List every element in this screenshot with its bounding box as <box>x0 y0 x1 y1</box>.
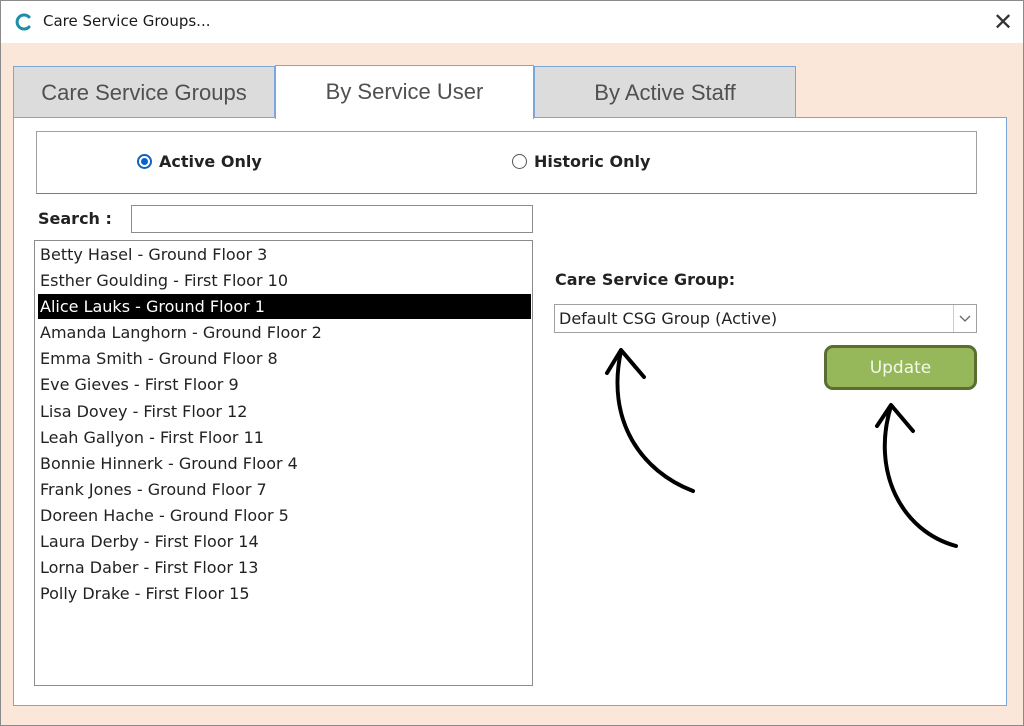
list-item[interactable]: Betty Hasel - Ground Floor 3 <box>38 242 531 267</box>
radio-checked-icon <box>137 154 152 169</box>
tab-panel: Active Only Historic Only Search : Betty… <box>13 117 1007 706</box>
update-button[interactable]: Update <box>824 345 977 390</box>
list-item[interactable]: Laura Derby - First Floor 14 <box>38 529 531 554</box>
radio-active-only[interactable]: Active Only <box>137 152 262 171</box>
list-item[interactable]: Frank Jones - Ground Floor 7 <box>38 477 531 502</box>
status-filter-group: Active Only Historic Only <box>36 131 977 194</box>
list-item[interactable]: Leah Gallyon - First Floor 11 <box>38 425 531 450</box>
radio-unchecked-icon <box>512 154 527 169</box>
care-service-group-select[interactable]: Default CSG Group (Active) <box>554 304 977 333</box>
chevron-down-icon[interactable] <box>953 305 976 332</box>
app-logo-icon <box>15 13 31 31</box>
care-service-group-value: Default CSG Group (Active) <box>559 309 778 328</box>
list-item[interactable]: Lisa Dovey - First Floor 12 <box>38 399 531 424</box>
radio-active-only-label: Active Only <box>159 152 262 171</box>
list-item-selected[interactable]: Alice Lauks - Ground Floor 1 <box>38 294 531 319</box>
list-item[interactable]: Eve Gieves - First Floor 9 <box>38 372 531 397</box>
list-item[interactable]: Bonnie Hinnerk - Ground Floor 4 <box>38 451 531 476</box>
list-item[interactable]: Esther Goulding - First Floor 10 <box>38 268 531 293</box>
search-label: Search : <box>38 209 112 228</box>
radio-historic-only[interactable]: Historic Only <box>512 152 650 171</box>
list-item[interactable]: Doreen Hache - Ground Floor 5 <box>38 503 531 528</box>
list-item[interactable]: Emma Smith - Ground Floor 8 <box>38 346 531 371</box>
search-input[interactable] <box>131 205 533 233</box>
list-item[interactable]: Polly Drake - First Floor 15 <box>38 581 531 606</box>
care-service-group-label: Care Service Group: <box>555 270 736 289</box>
window-title: Care Service Groups... <box>43 12 211 30</box>
tab-care-service-groups[interactable]: Care Service Groups <box>13 66 275 118</box>
title-bar: Care Service Groups... ✕ <box>1 1 1023 43</box>
list-item[interactable]: Lorna Daber - First Floor 13 <box>38 555 531 580</box>
list-item[interactable]: Amanda Langhorn - Ground Floor 2 <box>38 320 531 345</box>
care-service-groups-window: Care Service Groups... ✕ Care Service Gr… <box>0 0 1024 726</box>
service-user-list[interactable]: Betty Hasel - Ground Floor 3 Esther Goul… <box>34 240 533 686</box>
tab-by-service-user[interactable]: By Service User <box>275 65 534 119</box>
radio-historic-only-label: Historic Only <box>534 152 651 171</box>
tab-by-active-staff[interactable]: By Active Staff <box>534 66 796 118</box>
close-icon[interactable]: ✕ <box>987 6 1019 38</box>
